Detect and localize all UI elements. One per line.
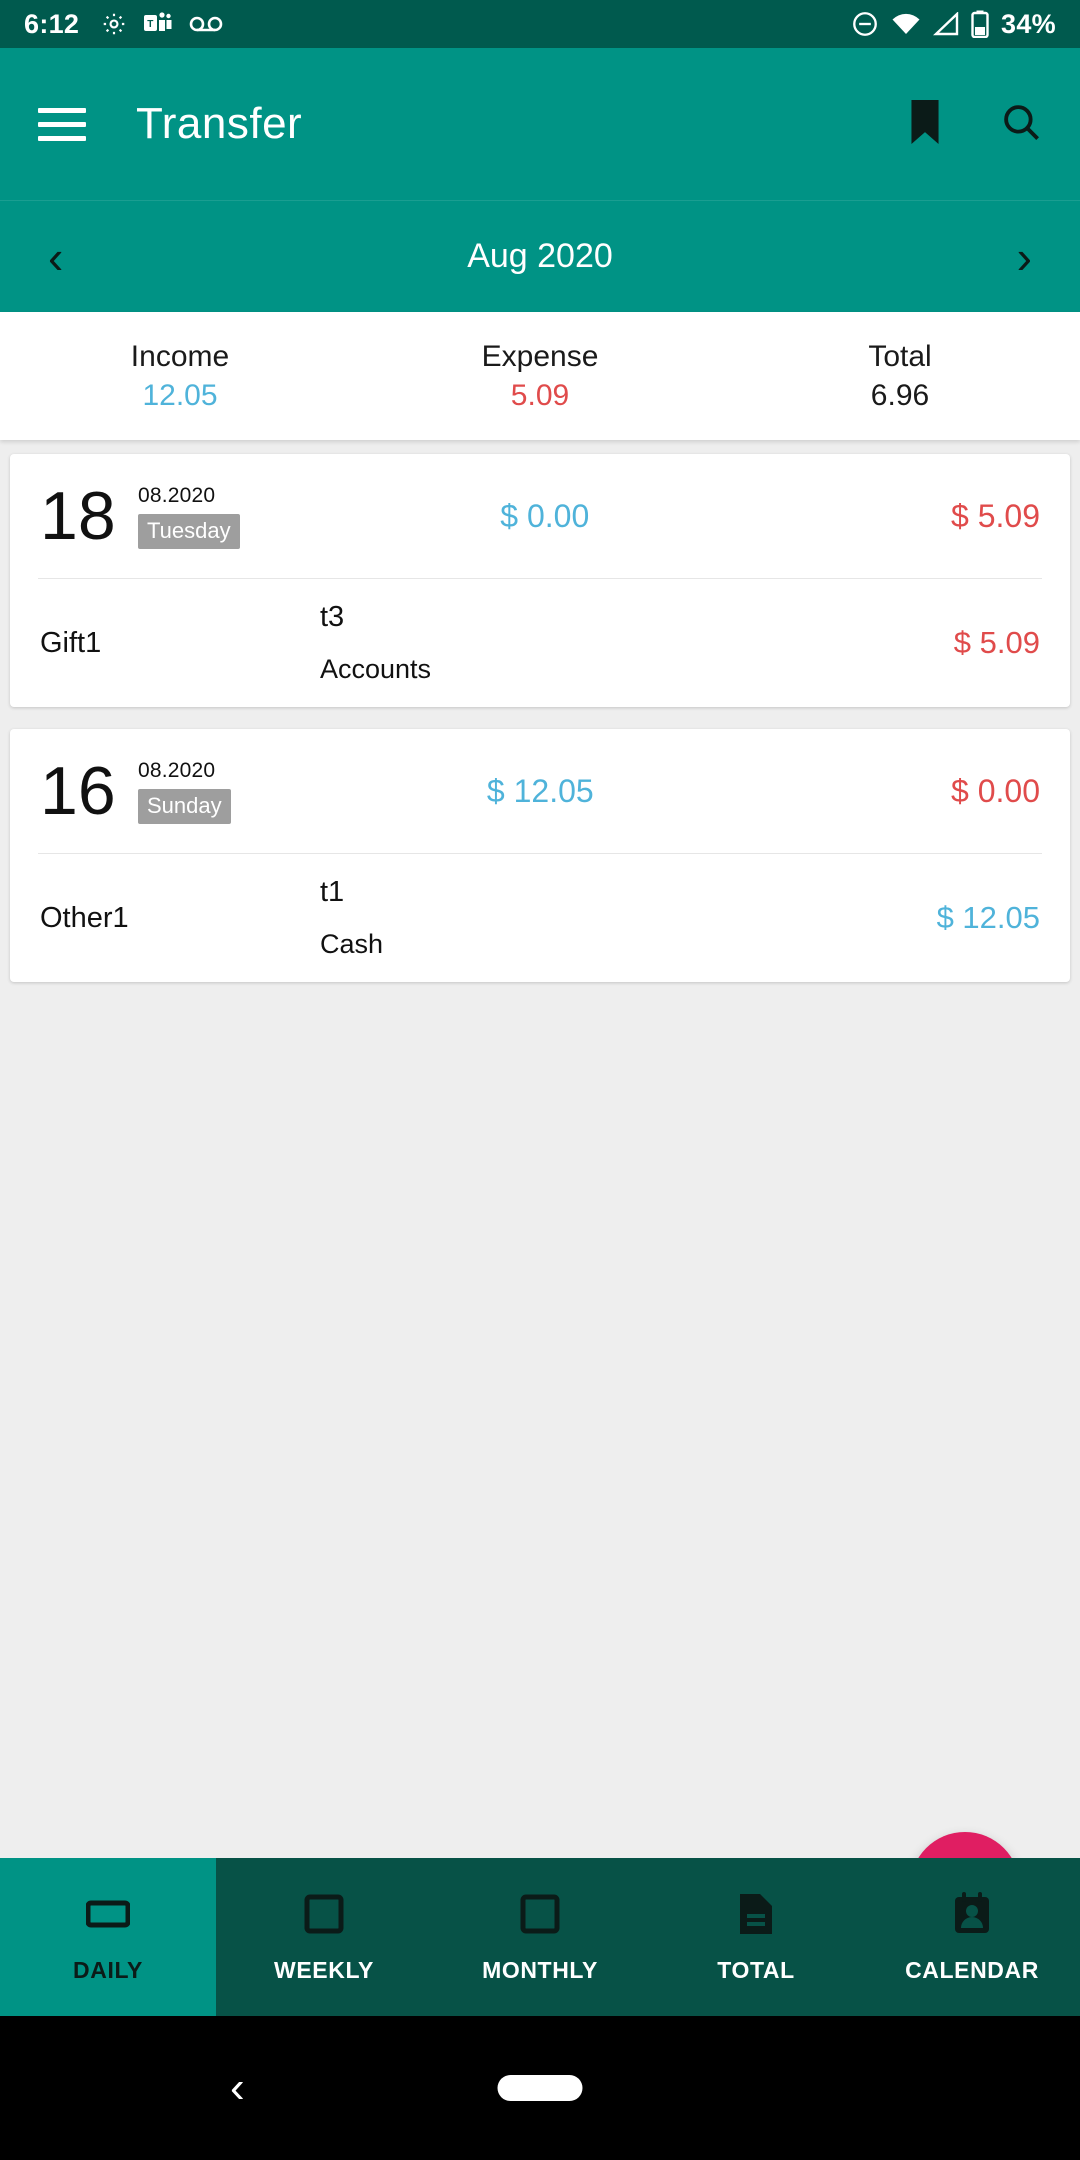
transaction-details: t3 Accounts	[320, 601, 840, 685]
day-income-total: $ 12.05	[486, 772, 594, 809]
transaction-category: Gift1	[40, 626, 102, 659]
transaction-category: Other1	[40, 901, 129, 934]
weekly-square-icon	[304, 1891, 344, 1937]
transaction-row[interactable]: Gift1 t3 Accounts $ 5.09	[10, 579, 1070, 707]
voicemail-icon	[189, 15, 223, 33]
cellular-signal-icon	[933, 12, 959, 36]
day-number: 18	[40, 478, 116, 554]
day-number: 16	[40, 753, 116, 829]
wifi-icon	[891, 12, 921, 36]
transaction-amount: $ 5.09	[953, 625, 1040, 660]
day-meta: 08.2020 Tuesday	[138, 484, 240, 549]
summary-expense-value: 5.09	[510, 379, 570, 412]
bottom-navigation: DAILY WEEKLY MONTHLY TOTAL CALENDAR	[0, 1858, 1080, 2016]
day-card: 18 08.2020 Tuesday $ 0.00 $ 5.09 Gift1 t3 Accou…	[10, 454, 1070, 707]
status-bar-clock: 6:12	[24, 8, 80, 39]
bottom-nav-label: WEEKLY	[274, 1956, 374, 1983]
app-bar: Transfer	[0, 48, 1080, 200]
system-navigation-bar: ‹	[0, 2016, 1080, 2160]
battery-percent-label: 34%	[1001, 8, 1056, 39]
bottom-nav-item-daily[interactable]: DAILY	[0, 1858, 216, 2016]
summary-income: Income 12.05	[0, 338, 360, 415]
status-bar: 6:12 T 34%	[0, 0, 1080, 48]
day-weekday-badge: Tuesday	[138, 513, 240, 549]
transaction-row[interactable]: Other1 t1 Cash $ 12.05	[10, 854, 1070, 982]
home-pill-icon[interactable]	[497, 2075, 583, 2101]
bottom-nav-label: MONTHLY	[482, 1956, 598, 1983]
page-title: Transfer	[136, 99, 303, 148]
monthly-square-icon	[520, 1891, 560, 1937]
hamburger-menu-icon[interactable]	[38, 107, 86, 141]
summary-total-label: Total	[868, 339, 932, 373]
bookmark-icon[interactable]	[908, 99, 942, 149]
day-weekday-badge: Sunday	[138, 788, 231, 824]
previous-month-button[interactable]: ‹	[34, 228, 77, 286]
bottom-nav-item-monthly[interactable]: MONTHLY	[432, 1858, 648, 2016]
back-chevron-icon[interactable]: ‹	[230, 2066, 245, 2110]
day-header[interactable]: 18 08.2020 Tuesday $ 0.00 $ 5.09	[10, 454, 1070, 578]
summary-income-value: 12.05	[142, 379, 218, 412]
summary-total: Total 6.96	[720, 338, 1080, 415]
app-screen: 6:12 T 34% Transfer ‹ Aug 2020 › Income …	[0, 0, 1080, 2160]
daily-rectangle-icon	[86, 1891, 130, 1937]
month-navigation-bar: ‹ Aug 2020 ›	[0, 200, 1080, 312]
transaction-amount: $ 12.05	[936, 900, 1040, 935]
summary-expense: Expense 5.09	[360, 338, 720, 415]
transaction-account: Accounts	[320, 654, 432, 684]
day-header[interactable]: 16 08.2020 Sunday $ 12.05 $ 0.00	[10, 729, 1070, 853]
do-not-disturb-icon	[851, 10, 879, 38]
day-month-year: 08.2020	[138, 758, 216, 782]
transaction-details: t1 Cash	[320, 876, 840, 960]
document-icon	[738, 1891, 774, 1937]
gear-icon	[101, 11, 127, 37]
app-bar-actions	[908, 99, 1042, 149]
summary-income-label: Income	[130, 339, 230, 373]
day-card: 16 08.2020 Sunday $ 12.05 $ 0.00 Other1 t1 Cash…	[10, 729, 1070, 982]
status-bar-left: 6:12 T	[24, 9, 223, 40]
bottom-nav-item-weekly[interactable]: WEEKLY	[216, 1858, 432, 2016]
bottom-nav-label: DAILY	[73, 1956, 143, 1983]
transaction-note: t1	[320, 876, 345, 908]
status-bar-right: 34%	[851, 9, 1056, 40]
bottom-nav-label: TOTAL	[717, 1956, 795, 1983]
bottom-nav-item-total[interactable]: TOTAL	[648, 1858, 864, 2016]
next-month-button[interactable]: ›	[1003, 228, 1046, 286]
day-month-year: 08.2020	[138, 483, 216, 507]
transaction-note: t3	[320, 601, 345, 633]
summary-expense-label: Expense	[481, 339, 599, 373]
bottom-nav-item-calendar[interactable]: CALENDAR	[864, 1858, 1080, 2016]
transaction-list: 18 08.2020 Tuesday $ 0.00 $ 5.09 Gift1 t3 Accou…	[0, 440, 1080, 982]
summary-bar: Income 12.05 Expense 5.09 Total 6.96	[0, 312, 1080, 440]
day-expense-total: $ 0.00	[951, 772, 1040, 809]
bottom-nav-label: CALENDAR	[905, 1956, 1039, 1983]
calendar-contact-icon	[952, 1891, 992, 1937]
summary-total-value: 6.96	[870, 379, 930, 412]
current-month-label: Aug 2020	[467, 237, 613, 275]
battery-icon	[971, 10, 989, 38]
day-income-total: $ 0.00	[500, 497, 590, 534]
teams-icon: T	[143, 11, 173, 37]
day-expense-total: $ 5.09	[951, 497, 1040, 534]
search-icon[interactable]	[1000, 101, 1042, 148]
svg-text:T: T	[148, 19, 154, 30]
day-meta: 08.2020 Sunday	[138, 759, 231, 824]
transaction-account: Cash	[320, 929, 384, 959]
